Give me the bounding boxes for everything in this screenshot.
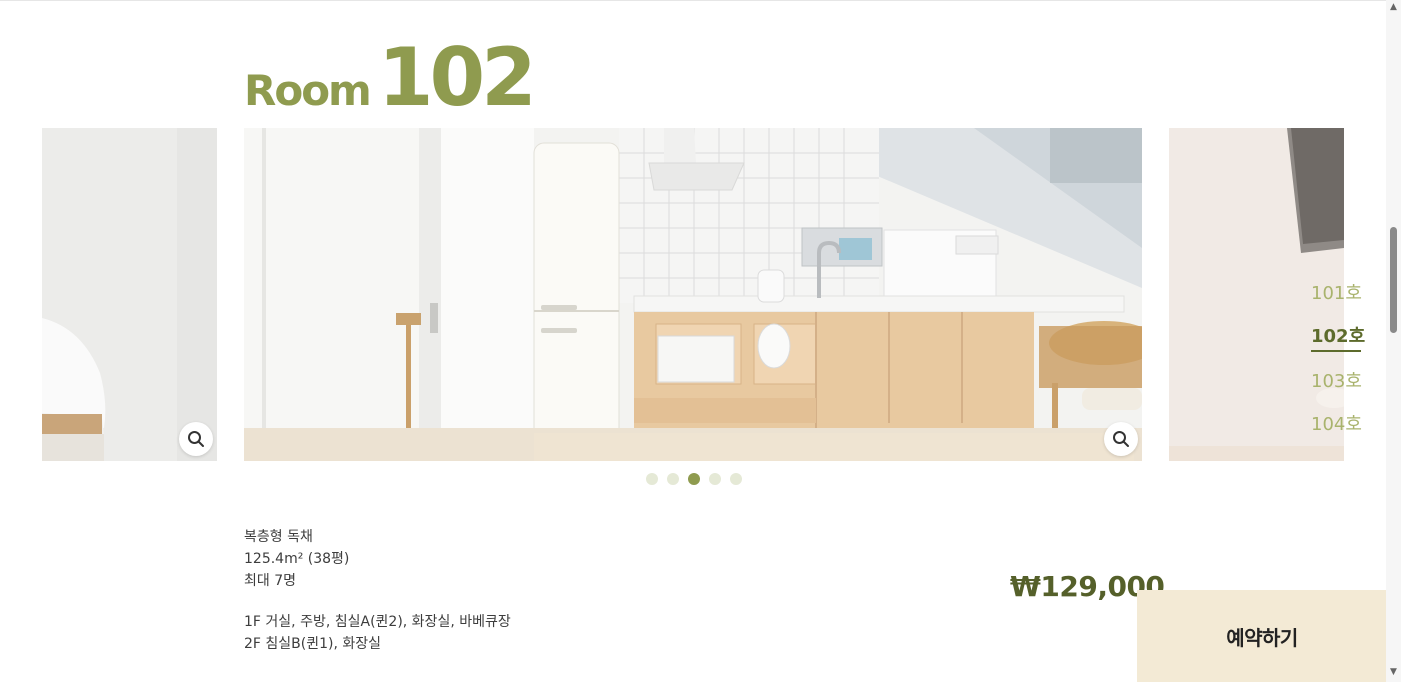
slider-dot-3[interactable]	[688, 473, 700, 485]
room-info: 복층형 독채 125.4m² (38평) 최대 7명 1F 거실, 주방, 침실…	[244, 526, 511, 655]
page-scrollbar[interactable]: ▲ ▼	[1386, 0, 1401, 682]
zoom-button-current[interactable]	[1104, 422, 1138, 456]
zoom-button-previous[interactable]	[179, 422, 213, 456]
room-nav: 101호 102호 103호 104호	[1311, 281, 1371, 455]
room-title: Room 102	[244, 38, 537, 118]
slide-current-image[interactable]	[244, 128, 1142, 461]
kitchen-photo	[244, 128, 1142, 461]
slider-pagination	[646, 473, 742, 485]
slider-dot-4[interactable]	[709, 473, 721, 485]
room-floor-1: 1F 거실, 주방, 침실A(퀸2), 화장실, 바베큐장	[244, 614, 511, 630]
bedroom-photo	[42, 128, 217, 461]
slider-dot-5[interactable]	[730, 473, 742, 485]
slide-previous-image[interactable]	[42, 128, 217, 461]
scroll-thumb[interactable]	[1390, 227, 1397, 333]
room-capacity: 최대 7명	[244, 573, 296, 589]
room-title-word: Room	[244, 66, 372, 115]
room-nav-103[interactable]: 103호	[1311, 369, 1371, 395]
room-area: 125.4m² (38평)	[244, 551, 350, 567]
scroll-down-arrow-icon[interactable]: ▼	[1389, 668, 1398, 677]
search-icon	[188, 431, 204, 447]
room-nav-101[interactable]: 101호	[1311, 281, 1371, 307]
room-floor-2: 2F 침실B(퀸1), 화장실	[244, 636, 382, 652]
slider-dot-1[interactable]	[646, 473, 658, 485]
reserve-button[interactable]: 예약하기	[1137, 590, 1387, 682]
room-nav-102[interactable]: 102호	[1311, 324, 1365, 352]
room-type: 복층형 독채	[244, 529, 313, 545]
room-title-number: 102	[377, 31, 537, 124]
slider-dot-2[interactable]	[667, 473, 679, 485]
top-divider	[0, 0, 1386, 1]
room-nav-104[interactable]: 104호	[1311, 412, 1371, 438]
search-icon	[1113, 431, 1129, 447]
scroll-up-arrow-icon[interactable]: ▲	[1389, 3, 1398, 12]
